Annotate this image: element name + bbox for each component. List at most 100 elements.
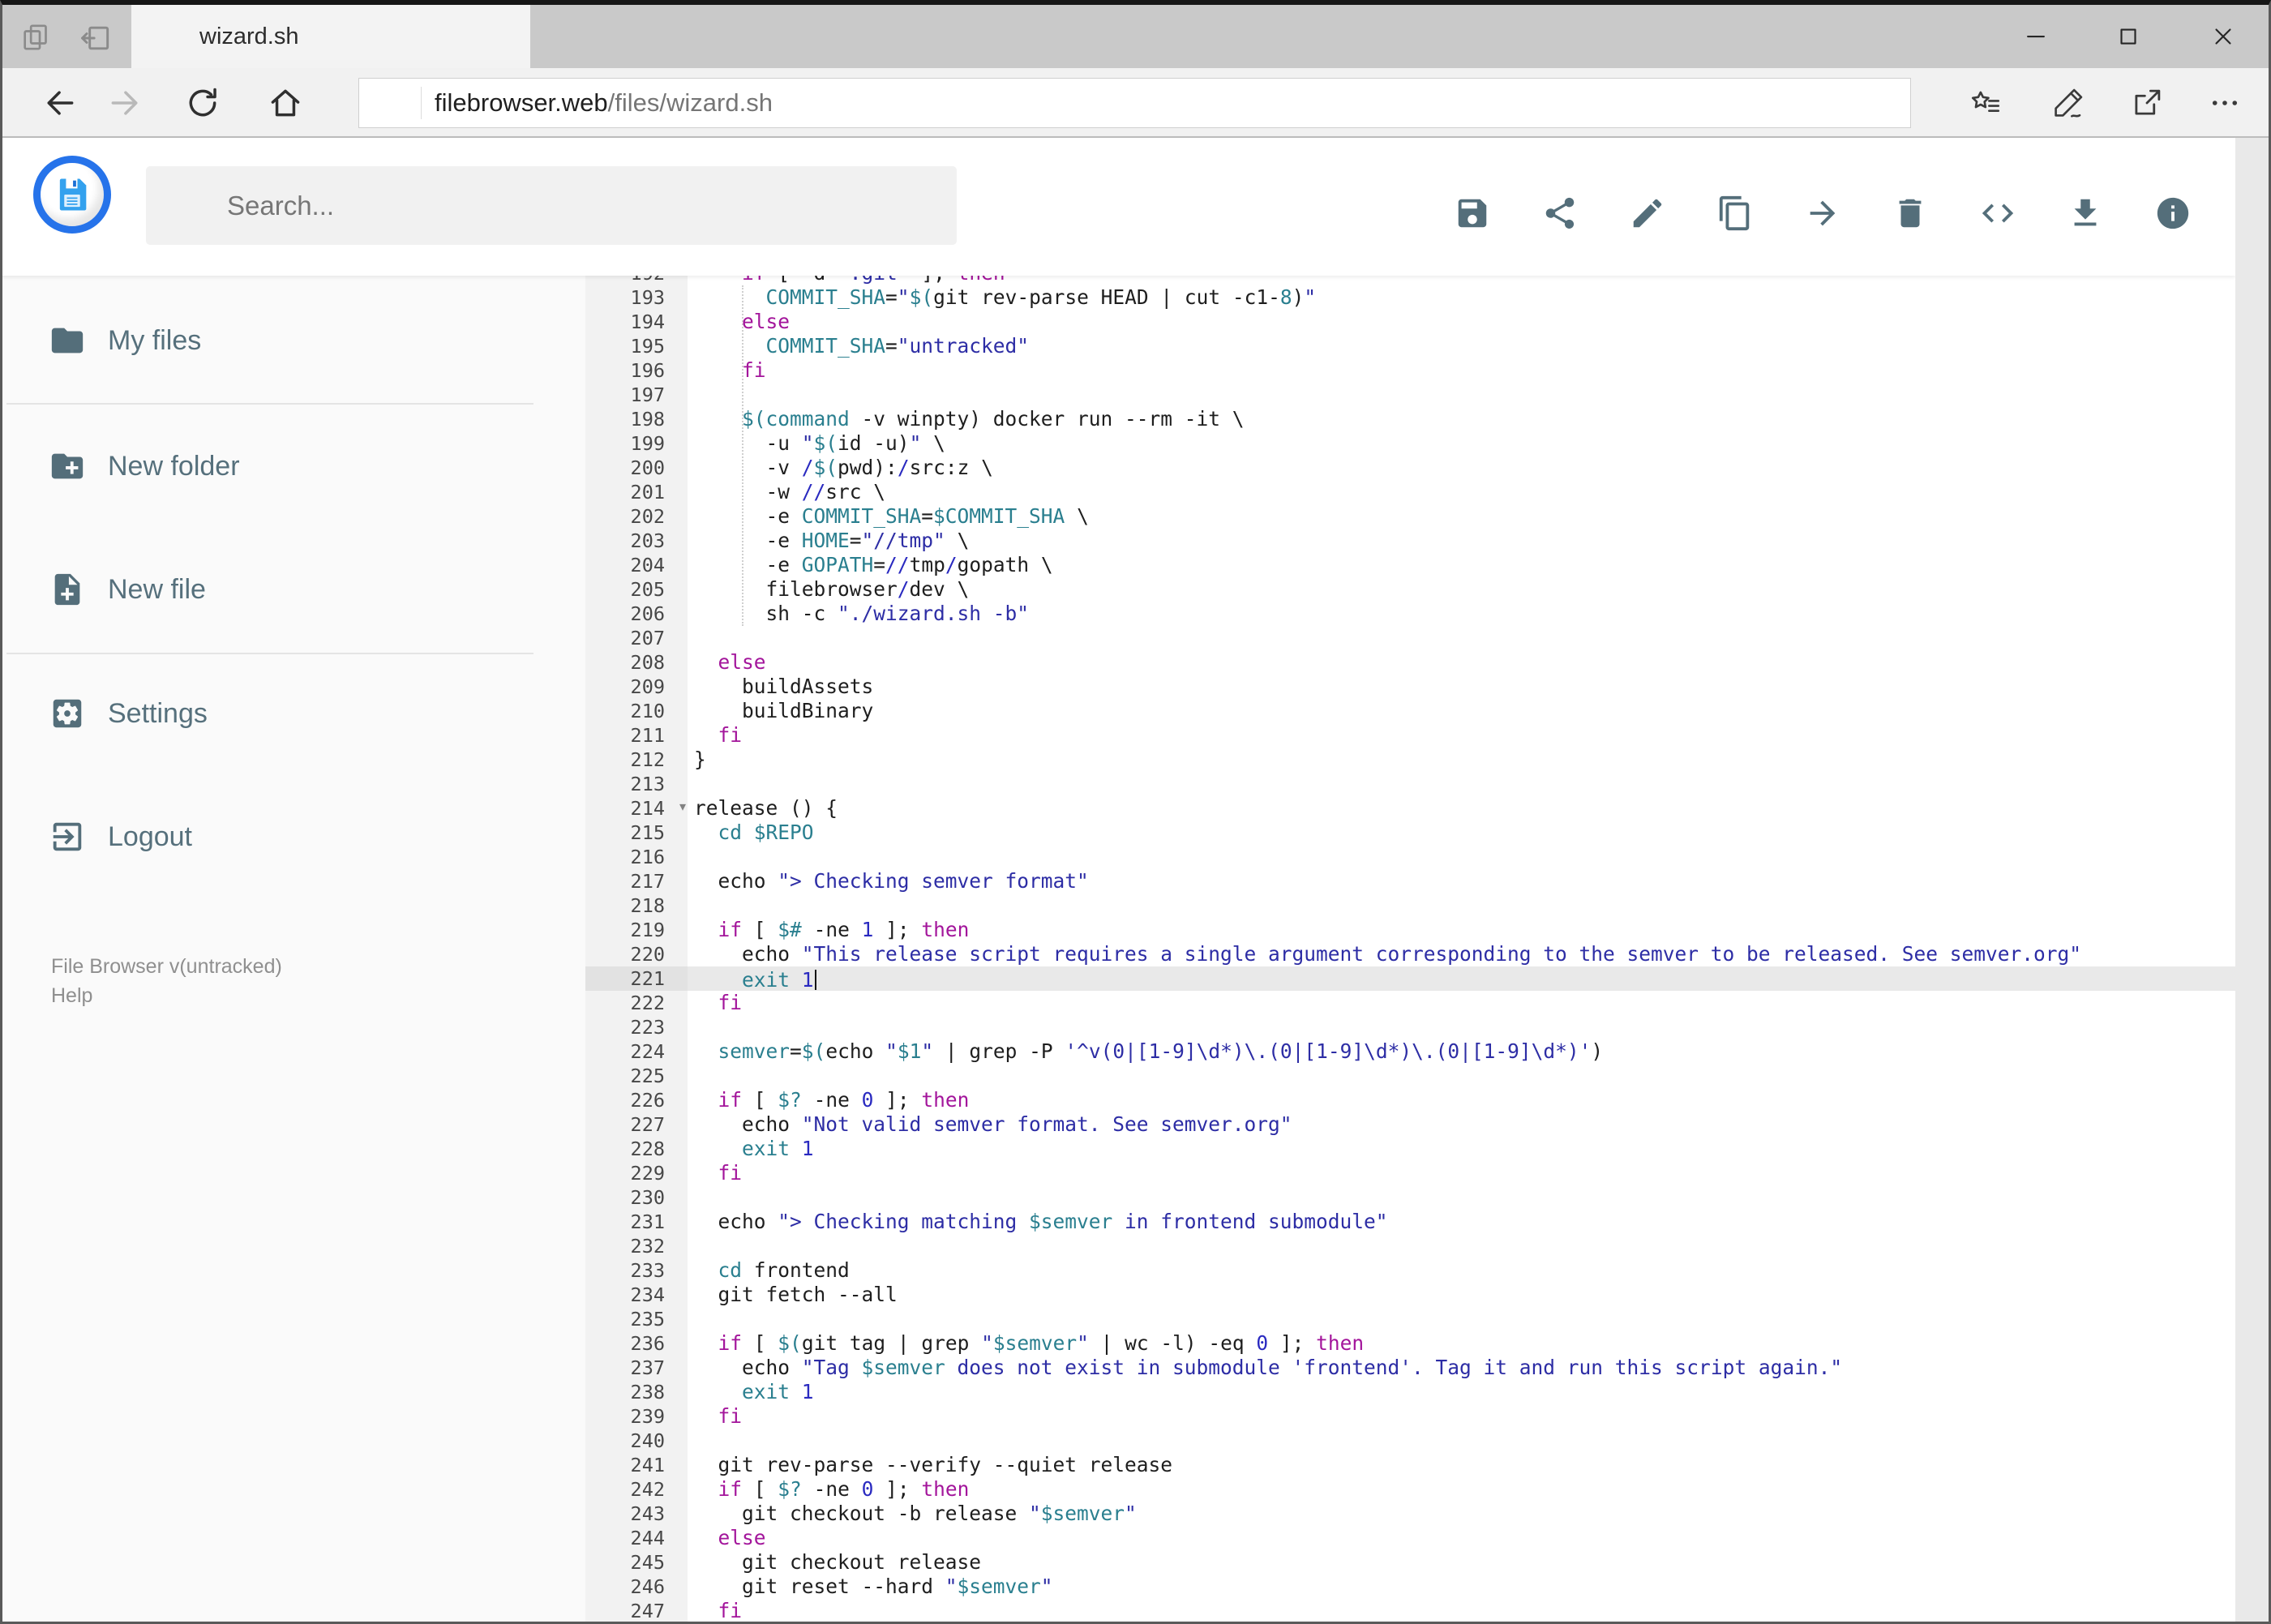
- vertical-scrollbar[interactable]: [2235, 138, 2271, 1624]
- sidebar-divider: [6, 403, 533, 405]
- edit-icon[interactable]: [1629, 195, 1666, 232]
- code-line-204[interactable]: 204 -e GOPATH=//tmp/gopath \: [585, 553, 2235, 577]
- delete-icon[interactable]: [1892, 195, 1929, 232]
- code-line-238[interactable]: 238 exit 1: [585, 1380, 2235, 1404]
- sidebar-items: My files New folder New file Settings Logout: [0, 276, 585, 1624]
- code-line-215[interactable]: 215 cd $REPO: [585, 821, 2235, 845]
- info-icon[interactable]: [2154, 195, 2192, 232]
- code-line-247[interactable]: 247 fi: [585, 1599, 2235, 1623]
- code-line-201[interactable]: 201 -w //src \: [585, 480, 2235, 504]
- code-line-193[interactable]: 193 COMMIT_SHA="$(git rev-parse HEAD | c…: [585, 285, 2235, 310]
- code-line-202[interactable]: 202 -e COMMIT_SHA=$COMMIT_SHA \: [585, 504, 2235, 529]
- code-line-198[interactable]: 198 $(command -v winpty) docker run --rm…: [585, 407, 2235, 431]
- code-line-246[interactable]: 246 git reset --hard "$semver": [585, 1575, 2235, 1599]
- sidebar-item-my-files[interactable]: My files: [0, 310, 585, 371]
- copy-icon[interactable]: [1716, 195, 1754, 232]
- code-line-242[interactable]: 242 if [ $? -ne 0 ]; then: [585, 1477, 2235, 1502]
- line-number: 247: [585, 1599, 688, 1623]
- code-line-233[interactable]: 233 cd frontend: [585, 1258, 2235, 1283]
- code-line-221[interactable]: 221 exit 1: [585, 966, 2235, 992]
- code-line-208[interactable]: 208 else: [585, 650, 2235, 675]
- code-line-216[interactable]: 216: [585, 845, 2235, 869]
- code-line-244[interactable]: 244 else: [585, 1526, 2235, 1550]
- save-icon[interactable]: [1454, 195, 1491, 232]
- line-number: 240: [585, 1429, 688, 1453]
- code-line-218[interactable]: 218: [585, 893, 2235, 918]
- code-line-197[interactable]: 197: [585, 383, 2235, 407]
- code-line-192[interactable]: 192 if [ -d ".git" ]; then: [585, 276, 2235, 285]
- sidebar-item-settings[interactable]: Settings: [0, 683, 585, 744]
- code-editor[interactable]: 192 if [ -d ".git" ]; then193 COMMIT_SHA…: [585, 276, 2235, 1624]
- download-icon[interactable]: [2067, 195, 2104, 232]
- code-line-226[interactable]: 226 if [ $? -ne 0 ]; then: [585, 1088, 2235, 1112]
- code-line-237[interactable]: 237 echo "Tag $semver does not exist in …: [585, 1356, 2235, 1380]
- line-number: 194: [585, 310, 688, 334]
- code-line-220[interactable]: 220 echo "This release script requires a…: [585, 942, 2235, 966]
- sidebar-item-new-file[interactable]: New file: [0, 559, 585, 620]
- code-icon[interactable]: [1979, 195, 2016, 232]
- code-line-239[interactable]: 239 fi: [585, 1404, 2235, 1429]
- code-line-209[interactable]: 209 buildAssets: [585, 675, 2235, 699]
- line-number: 213: [585, 772, 688, 796]
- code-line-234[interactable]: 234 git fetch --all: [585, 1283, 2235, 1307]
- search-box[interactable]: [146, 166, 957, 245]
- code-line-228[interactable]: 228 exit 1: [585, 1137, 2235, 1161]
- code-line-195[interactable]: 195 COMMIT_SHA="untracked": [585, 334, 2235, 358]
- code-line-199[interactable]: 199 -u "$(id -u)" \: [585, 431, 2235, 456]
- code-line-243[interactable]: 243 git checkout -b release "$semver": [585, 1502, 2235, 1526]
- move-icon[interactable]: [1804, 195, 1841, 232]
- fold-arrow-icon[interactable]: ▾: [679, 795, 686, 820]
- code-line-232[interactable]: 232: [585, 1234, 2235, 1258]
- code-line-217[interactable]: 217 echo "> Checking semver format": [585, 869, 2235, 893]
- code-line-200[interactable]: 200 -v /$(pwd):/src:z \: [585, 456, 2235, 480]
- code-line-214[interactable]: 214 ▾ release () {: [585, 796, 2235, 821]
- code-line-236[interactable]: 236 if [ $(git tag | grep "$semver" | wc…: [585, 1331, 2235, 1356]
- code-line-235[interactable]: 235: [585, 1307, 2235, 1331]
- sidebar-item-logout[interactable]: Logout: [0, 806, 585, 868]
- code-line-241[interactable]: 241 git rev-parse --verify --quiet relea…: [585, 1453, 2235, 1477]
- code-line-222[interactable]: 222 fi: [585, 991, 2235, 1015]
- code-line-245[interactable]: 245 git checkout release: [585, 1550, 2235, 1575]
- line-number: 239: [585, 1404, 688, 1429]
- help-link[interactable]: Help: [51, 984, 92, 1008]
- line-number: 216: [585, 845, 688, 869]
- code-line-240[interactable]: 240: [585, 1429, 2235, 1453]
- sidebar-item-new-folder[interactable]: New folder: [0, 435, 585, 497]
- ellipsis-icon[interactable]: [2208, 86, 2242, 120]
- code-line-210[interactable]: 210 buildBinary: [585, 699, 2235, 723]
- code-line-207[interactable]: 207: [585, 626, 2235, 650]
- code-line-194[interactable]: 194 else: [585, 310, 2235, 334]
- line-number: 231: [585, 1210, 688, 1234]
- code-line-225[interactable]: 225: [585, 1064, 2235, 1088]
- line-number: 201: [585, 480, 688, 504]
- favorites-hub-icon[interactable]: [1969, 86, 2003, 120]
- web-note-icon[interactable]: [2051, 86, 2085, 120]
- scroll-up-icon[interactable]: [2241, 152, 2265, 177]
- code-line-230[interactable]: 230: [585, 1185, 2235, 1210]
- minimize-icon[interactable]: [2022, 23, 2050, 50]
- code-line-229[interactable]: 229 fi: [585, 1161, 2235, 1185]
- scroll-down-icon[interactable]: [2241, 1588, 2265, 1613]
- line-number: 208: [585, 650, 688, 675]
- share-icon[interactable]: [1541, 195, 1579, 232]
- code-line-227[interactable]: 227 echo "Not valid semver format. See s…: [585, 1112, 2235, 1137]
- code-line-231[interactable]: 231 echo "> Checking matching $semver in…: [585, 1210, 2235, 1234]
- share-icon-edge[interactable]: [2130, 86, 2164, 120]
- code-line-196[interactable]: 196 fi: [585, 358, 2235, 383]
- code-line-224[interactable]: 224 semver=$(echo "$1" | grep -P '^v(0|[…: [585, 1039, 2235, 1064]
- code-line-213[interactable]: 213: [585, 772, 2235, 796]
- line-number: 237: [585, 1356, 688, 1380]
- line-number: 215: [585, 821, 688, 845]
- code-line-203[interactable]: 203 -e HOME="//tmp" \: [585, 529, 2235, 553]
- code-line-205[interactable]: 205 filebrowser/dev \: [585, 577, 2235, 602]
- search-input[interactable]: [225, 189, 877, 222]
- code-line-223[interactable]: 223: [585, 1015, 2235, 1039]
- code-line-219[interactable]: 219 if [ $# -ne 1 ]; then: [585, 918, 2235, 942]
- filebrowser-logo[interactable]: [33, 156, 111, 234]
- line-number: 203: [585, 529, 688, 553]
- code-line-211[interactable]: 211 fi: [585, 723, 2235, 748]
- code-line-206[interactable]: 206 sh -c "./wizard.sh -b": [585, 602, 2235, 626]
- window-close-icon[interactable]: [2209, 23, 2237, 50]
- maximize-icon[interactable]: [2115, 23, 2142, 50]
- code-line-212[interactable]: 212}: [585, 748, 2235, 772]
